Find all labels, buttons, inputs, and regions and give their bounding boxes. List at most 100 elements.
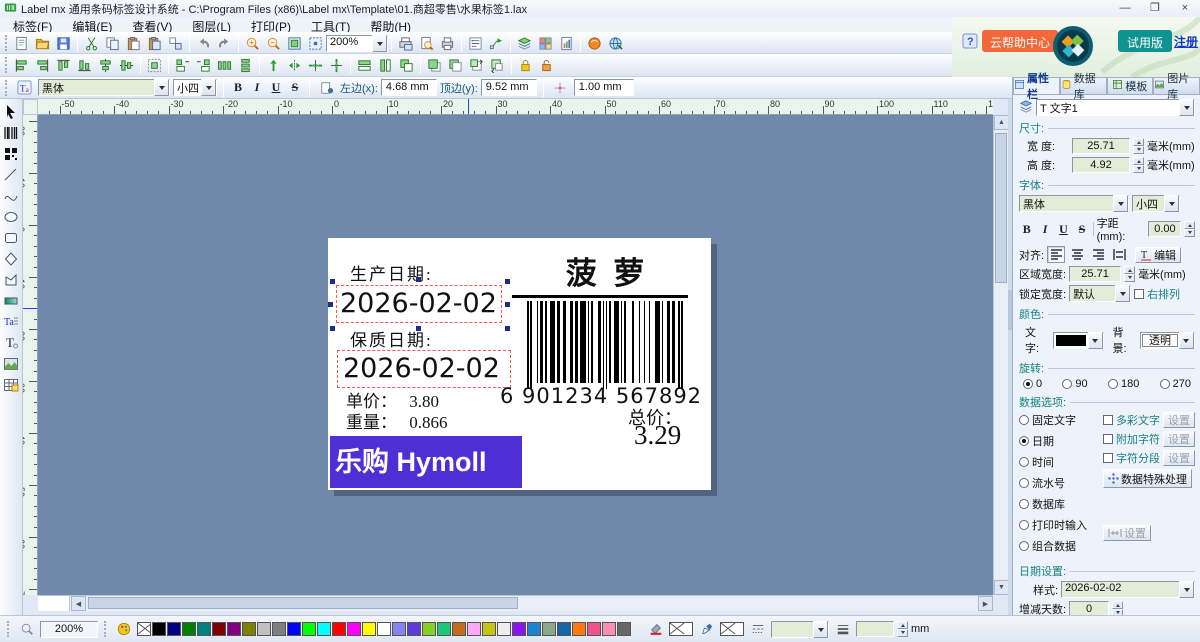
region-width-stepper[interactable] [1124,266,1135,282]
color-swatch[interactable] [512,622,526,636]
scroll-right-icon[interactable]: ▶ [978,596,993,611]
panel-font-family-select[interactable]: 黑体 [1019,195,1129,212]
scroll-up-icon[interactable]: ▲ [994,115,1009,130]
anchor-top-icon[interactable] [263,55,284,75]
toolbar-grip[interactable] [5,35,8,51]
pointer-tool[interactable] [1,101,22,122]
fill-none-swatch[interactable] [669,622,693,636]
same-height-icon[interactable] [375,55,396,75]
zoom-select[interactable]: 200% [326,35,388,52]
toolbar-grip[interactable] [5,57,8,73]
update-icon[interactable] [584,33,605,53]
special-data-button[interactable]: 数据特殊处理 [1103,469,1192,488]
italic-button[interactable]: I [249,79,265,96]
menu-item-2[interactable]: 查看(V) [123,17,181,32]
register-link[interactable]: 注册 [1174,33,1198,50]
color-swatch[interactable] [467,622,481,636]
suffix-checkbox[interactable] [1103,434,1113,444]
label-page[interactable]: 生产日期: 2026-02-02 保质日期: 2026-02-02 单价： 3.… [328,238,711,490]
data-source-option-1[interactable]: 日期 [1019,433,1103,449]
data-source-option-2[interactable]: 时间 [1019,454,1103,470]
minimize-button[interactable]: — [1110,1,1140,16]
print-setup-icon[interactable] [395,33,416,53]
selection-handle[interactable] [416,277,421,282]
color-swatch[interactable] [167,622,181,636]
cloud-help-button[interactable]: 云帮助中心 [982,30,1058,52]
underline-button[interactable]: U [268,79,284,96]
selection-handle[interactable] [505,279,510,284]
radio-icon[interactable] [1019,478,1029,488]
tab-images[interactable]: 图片库 [1153,77,1200,94]
panel-underline-button[interactable]: U [1056,221,1071,238]
color-swatch[interactable] [407,622,421,636]
print-preview-icon[interactable] [416,33,437,53]
lock-icon[interactable] [515,55,536,75]
center-in-page-icon[interactable] [144,55,165,75]
new-icon[interactable] [11,33,32,53]
table-tool[interactable] [1,374,22,395]
product-name-text[interactable]: 菠 萝 [524,248,690,293]
data-source-option-5[interactable]: 打印时输入 [1019,517,1103,533]
clone-icon[interactable] [165,33,186,53]
report-icon[interactable] [556,33,577,53]
panel-font-size-select[interactable]: 小四 [1132,195,1180,212]
open-icon[interactable] [32,33,53,53]
tab-properties[interactable]: 属性栏 [1013,77,1060,94]
text-color-picker[interactable] [1053,332,1104,349]
order-back-icon[interactable] [445,55,466,75]
segment-settings-button[interactable]: 设置 [1163,450,1195,466]
selection-handle[interactable] [330,279,335,284]
chevron-down-icon[interactable] [372,35,387,52]
bg-color-picker[interactable]: 透明 [1140,332,1195,349]
segment-checkbox[interactable] [1103,453,1113,463]
radio-icon[interactable] [1019,499,1029,509]
total-price-value[interactable]: 3.29 [634,420,681,451]
panel-strike-button[interactable]: S [1074,221,1089,238]
color-swatch[interactable] [212,622,226,636]
distribute-h-icon[interactable] [214,55,235,75]
order-backward-icon[interactable] [487,55,508,75]
combo-data-settings-button[interactable]: 设置 [1103,525,1151,541]
color-swatch[interactable] [362,622,376,636]
qrcode-tool[interactable] [1,143,22,164]
spacing-input[interactable]: 0.00 [1148,221,1181,237]
color-swatch[interactable] [452,622,466,636]
online-help-icon[interactable] [605,33,626,53]
panel-italic-button[interactable]: I [1037,221,1052,238]
same-size-icon[interactable] [396,55,417,75]
region-width-input[interactable]: 25.71 [1069,266,1121,282]
color-swatch[interactable] [317,622,331,636]
fit-page-icon[interactable] [284,33,305,53]
align-left-button[interactable] [1047,246,1065,263]
multicolor-settings-button[interactable]: 设置 [1163,412,1195,428]
statusbar-grip[interactable] [104,621,107,637]
color-swatch[interactable] [542,622,556,636]
line-color-icon[interactable] [696,619,717,639]
copy-icon[interactable] [102,33,123,53]
save-icon[interactable] [53,33,74,53]
horizontal-scrollbar[interactable]: ◀ ▶ [38,595,993,611]
left-x-input[interactable]: 4.68 mm [381,79,437,96]
order-forward-icon[interactable] [466,55,487,75]
align-justify-button[interactable] [1110,246,1128,263]
help-icon[interactable]: ? [962,33,978,52]
width-stepper[interactable] [1133,138,1144,154]
vertical-scrollbar[interactable]: ▲ ▼ [993,115,1008,595]
compress-h-icon[interactable] [305,55,326,75]
vscroll-thumb[interactable] [995,133,1007,283]
redo-icon[interactable] [214,33,235,53]
zoom-tool-icon[interactable] [16,619,37,639]
radio-icon[interactable] [1019,457,1029,467]
panel-bold-button[interactable]: B [1019,221,1034,238]
data-flow-icon[interactable] [486,33,507,53]
color-swatch[interactable] [302,622,316,636]
produce-date-object[interactable]: 2026-02-02 [336,285,502,323]
restore-button[interactable]: ❐ [1140,1,1170,16]
date-style-select[interactable]: 2026-02-02 [1061,581,1195,598]
menu-item-5[interactable]: 工具(T) [302,17,359,32]
zoom-level-field[interactable]: 200% [40,621,98,638]
align-right-edge-icon[interactable] [32,55,53,75]
data-source-option-4[interactable]: 数据库 [1019,496,1103,512]
data-source-option-3[interactable]: 流水号 [1019,475,1103,491]
barcode-tool[interactable] [1,122,22,143]
